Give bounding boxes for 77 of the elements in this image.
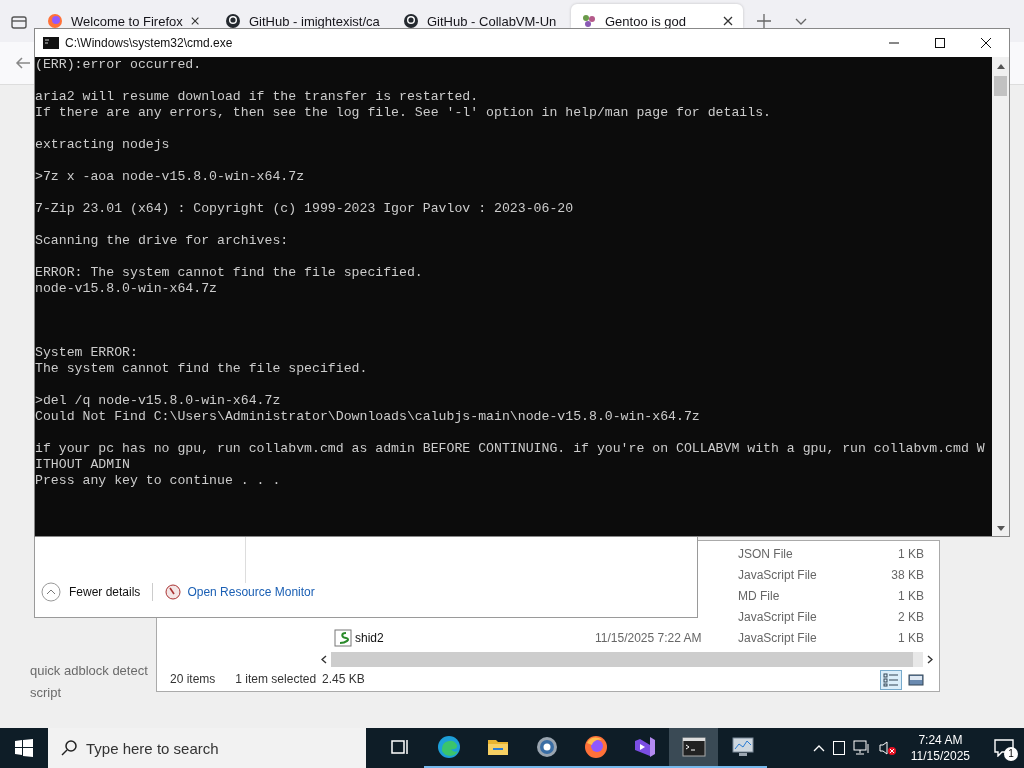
file-size: 1 KB xyxy=(898,589,924,603)
tablet-icon[interactable] xyxy=(832,741,845,755)
left-chevron-icon xyxy=(321,654,327,664)
details-view-button[interactable] xyxy=(880,670,902,690)
scrollbar-thumb[interactable] xyxy=(994,76,1007,96)
muted-speaker-icon[interactable] xyxy=(878,740,897,756)
up-arrow-icon xyxy=(996,63,1005,69)
console-line: >del /q node-v15.8.0-win-x64.7z xyxy=(35,393,282,409)
search-field[interactable]: Type here to search xyxy=(48,728,366,768)
settings-icon xyxy=(534,735,559,759)
console-icon xyxy=(43,37,59,49)
down-arrow-icon xyxy=(996,525,1005,531)
file-type: MD File xyxy=(738,589,780,603)
page-text: script xyxy=(30,684,63,702)
plus-icon[interactable] xyxy=(757,14,771,28)
console-line: 7-Zip 23.01 (x64) : Copyright (c) 1999-2023 Igor Pavlov : 2023-06-20 xyxy=(35,201,575,217)
script-file-icon xyxy=(334,629,352,647)
file-type: JavaScript File xyxy=(738,610,817,624)
console-line: >7z x -aoa node-v15.8.0-win-x64.7z xyxy=(35,169,306,185)
fewer-details-button[interactable]: Fewer details xyxy=(41,582,141,602)
file-size: 1 KB xyxy=(898,547,924,561)
item-count: 20 items xyxy=(170,672,216,686)
resource-monitor-link[interactable]: Open Resource Monitor xyxy=(187,585,315,599)
console-line: The system cannot find the file specified. xyxy=(35,361,369,377)
browser-tab[interactable]: Welcome to Firefox xyxy=(37,4,209,28)
windows-logo-icon xyxy=(15,739,33,757)
firefox-icon xyxy=(47,13,63,28)
file-name[interactable]: shid2 xyxy=(355,631,384,645)
file-date: 11/15/2025 7:22 AM xyxy=(595,631,702,645)
close-icon xyxy=(981,38,991,48)
window-title: C:\Windows\system32\cmd.exe xyxy=(65,36,234,50)
page-text: quick adblock detect xyxy=(30,662,148,680)
visual-studio-icon xyxy=(632,735,657,759)
console-line: System ERROR: xyxy=(35,345,139,361)
notifications-button[interactable]: 1 xyxy=(984,728,1024,768)
firefox-icon xyxy=(583,735,608,759)
console-line: node-v15.8.0-win-x64.7z xyxy=(35,281,219,297)
close-icon[interactable] xyxy=(723,16,733,26)
terminal-icon xyxy=(681,735,706,759)
console-line: if your pc has no gpu, run collabvm.cmd as admin BEFORE CONTINUING. if you're on COLLABVM with a gpu, run collabvm.cmd W xyxy=(35,441,986,457)
browser-tab[interactable]: Gentoo is god xyxy=(571,4,743,28)
file-type: JSON File xyxy=(738,547,793,561)
console-line: Press any key to continue . . . xyxy=(35,473,282,489)
monitor-icon xyxy=(730,735,755,759)
edge-icon xyxy=(436,735,461,759)
chevron-down-icon[interactable] xyxy=(795,18,807,26)
console-line: ITHOUT ADMIN xyxy=(35,457,131,473)
console-line: Could Not Find C:\Users\Administrator\Downloads\calubjs-main\node-v15.8.0-win-x64.7z xyxy=(35,409,701,425)
console-line: Scanning the drive for archives: xyxy=(35,233,290,249)
file-size: 2 KB xyxy=(898,610,924,624)
chat-bubble-icon xyxy=(994,739,1014,757)
scrollbar-thumb[interactable] xyxy=(331,652,913,667)
gauge-icon xyxy=(165,584,182,600)
network-icon[interactable] xyxy=(852,740,871,756)
file-type: JavaScript File xyxy=(738,631,817,645)
maximize-icon xyxy=(935,38,945,48)
file-size: 1 KB xyxy=(898,631,924,645)
console-line: extracting nodejs xyxy=(35,137,171,153)
close-icon[interactable] xyxy=(190,16,199,26)
notification-badge: 1 xyxy=(1004,747,1018,761)
tab-list-icon[interactable] xyxy=(10,13,28,31)
clock[interactable]: 7:24 AM 11/15/2025 xyxy=(904,732,976,764)
console-line: If there are any errors, then see the log file. See '-l' option in help/man page for details. xyxy=(35,105,772,121)
chevron-up-icon xyxy=(41,582,61,602)
console-line: ERROR: The system cannot find the file specified. xyxy=(35,265,424,281)
flower-icon xyxy=(581,13,597,28)
search-icon xyxy=(60,739,78,757)
taskbar-app[interactable] xyxy=(669,728,718,768)
browser-tab[interactable]: GitHub - imightexist/ca xyxy=(215,4,387,28)
file-size: 38 KB xyxy=(891,568,924,582)
chevron-up-icon[interactable] xyxy=(812,744,825,752)
file-type: JavaScript File xyxy=(738,568,817,582)
right-chevron-icon xyxy=(927,654,933,664)
console-line: aria2 will resume download if the transfer is restarted. xyxy=(35,89,480,105)
selection-info: 1 item selected xyxy=(235,672,317,686)
console-line: (ERR):error occurred. xyxy=(35,57,203,73)
selection-size: 2.45 KB xyxy=(322,672,365,686)
